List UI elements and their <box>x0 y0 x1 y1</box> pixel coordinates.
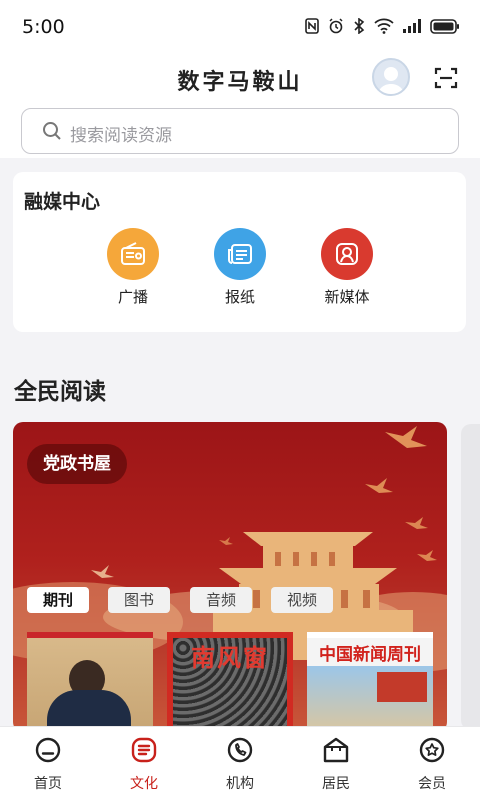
banner-badge: 党政书屋 <box>27 444 127 484</box>
magazine-cover[interactable] <box>27 632 153 732</box>
nav-institution[interactable]: 机构 <box>192 727 288 800</box>
home-icon <box>35 737 61 763</box>
nav-label: 会员 <box>418 776 446 792</box>
media-item-new-media[interactable]: 新媒体 <box>312 228 382 307</box>
resident-icon <box>323 737 349 763</box>
radio-icon <box>107 228 159 280</box>
nav-home[interactable]: 首页 <box>0 727 96 800</box>
culture-icon <box>131 737 157 763</box>
media-item-radio[interactable]: 广播 <box>98 228 168 307</box>
nav-label: 首页 <box>34 776 62 792</box>
newspaper-icon <box>214 228 266 280</box>
new-media-icon <box>321 228 373 280</box>
media-item-label: 新媒体 <box>324 288 370 306</box>
cover-gate <box>377 672 427 702</box>
media-item-newspaper[interactable]: 报纸 <box>205 228 275 307</box>
battery-icon <box>430 18 459 34</box>
member-icon <box>419 737 445 763</box>
search-bar[interactable]: 搜索阅读资源 <box>21 108 459 154</box>
scan-icon[interactable] <box>434 66 458 90</box>
app-header: 数字马鞍山 搜索阅读资源 <box>0 56 480 158</box>
search-placeholder: 搜索阅读资源 <box>70 126 172 146</box>
search-icon <box>43 122 61 140</box>
media-center-title: 融媒中心 <box>24 191 101 213</box>
status-icons <box>305 18 460 34</box>
cover-header <box>307 632 433 638</box>
avatar[interactable] <box>372 58 410 96</box>
institution-icon <box>227 737 253 763</box>
wifi-icon <box>374 18 394 34</box>
nav-member[interactable]: 会员 <box>384 727 480 800</box>
nfc-icon <box>305 18 319 34</box>
party-bookhouse-banner[interactable]: 党政书屋 期刊 图书 音频 视频 南风窗 中国新闻周刊 <box>13 422 447 732</box>
tab-audio[interactable]: 音频 <box>190 587 252 613</box>
nav-label: 居民 <box>322 776 350 792</box>
signal-icon <box>403 19 421 33</box>
cover-title: 中国新闻周刊 <box>319 645 421 665</box>
magazine-cover[interactable]: 南风窗 <box>167 632 293 732</box>
tab-periodicals[interactable]: 期刊 <box>27 587 89 613</box>
nav-culture[interactable]: 文化 <box>96 727 192 800</box>
cover-title: 南风窗 <box>191 643 269 672</box>
reading-section-title: 全民阅读 <box>14 379 106 405</box>
media-item-label: 广播 <box>117 288 148 306</box>
nav-label: 文化 <box>130 776 158 792</box>
media-center-card: 融媒中心 广播 报纸 新媒体 <box>13 172 466 332</box>
nav-label: 机构 <box>226 776 254 792</box>
alarm-icon <box>329 18 343 34</box>
bluetooth-icon <box>354 18 365 34</box>
media-item-label: 报纸 <box>224 288 255 306</box>
next-banner-peek[interactable] <box>461 424 480 730</box>
nav-resident[interactable]: 居民 <box>288 727 384 800</box>
bottom-navigation: 首页 文化 机构 居民 会员 <box>0 726 480 800</box>
tab-video[interactable]: 视频 <box>271 587 333 613</box>
status-bar: 5:00 <box>0 0 480 56</box>
status-time: 5:00 <box>22 16 65 38</box>
magazine-cover[interactable]: 中国新闻周刊 <box>307 632 433 732</box>
tab-books[interactable]: 图书 <box>108 587 170 613</box>
